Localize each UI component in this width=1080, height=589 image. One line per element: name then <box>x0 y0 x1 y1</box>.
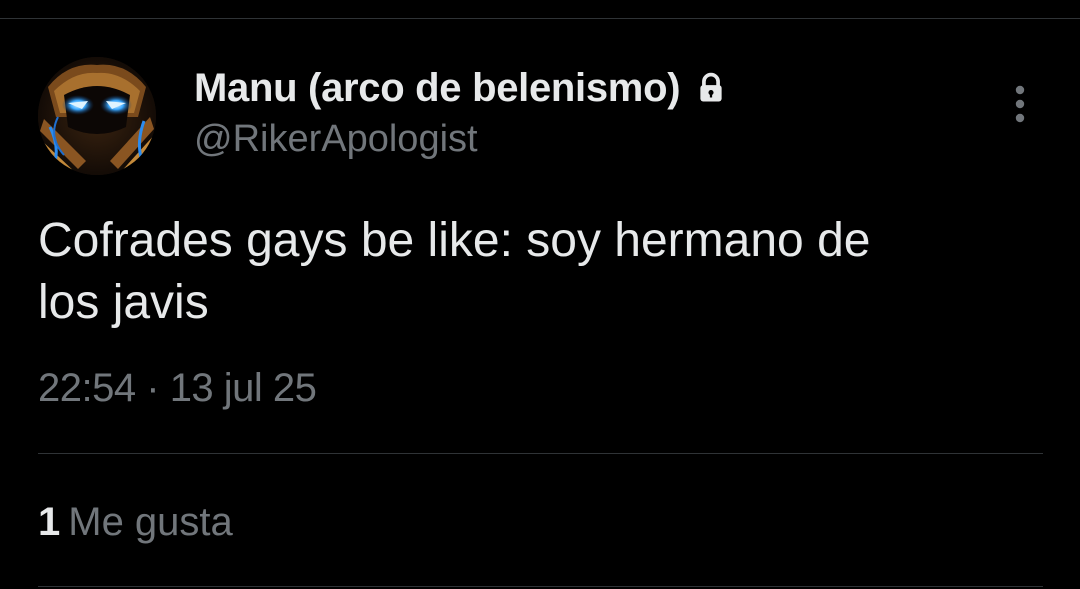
tweet-date[interactable]: 13 jul 25 <box>170 366 317 410</box>
author-handle[interactable]: @RikerApologist <box>194 118 478 161</box>
avatar[interactable] <box>38 57 156 175</box>
likes-label: Me gusta <box>68 500 233 544</box>
tweet-text-line: Cofrades gays be like: soy hermano de <box>38 214 871 267</box>
timestamp-separator: · <box>146 366 160 410</box>
avatar-image <box>38 57 156 175</box>
likes-stat[interactable]: 1 Me gusta <box>38 500 233 545</box>
tweet-timestamp[interactable]: 22:54 · 13 jul 25 <box>38 366 317 411</box>
tweet-text-line: los javis <box>38 276 209 329</box>
bottom-divider <box>38 586 1043 587</box>
stats-divider <box>38 453 1043 454</box>
top-divider <box>0 18 1080 19</box>
more-vertical-icon[interactable] <box>1004 82 1036 126</box>
lock-icon <box>694 71 728 105</box>
tweet-text: Cofrades gays be like: soy hermano de lo… <box>38 210 1048 334</box>
likes-count: 1 <box>38 500 61 544</box>
tweet-time[interactable]: 22:54 <box>38 366 136 410</box>
author-name-row[interactable]: Manu (arco de belenismo) <box>194 62 728 114</box>
author-display-name[interactable]: Manu (arco de belenismo) <box>194 66 681 111</box>
